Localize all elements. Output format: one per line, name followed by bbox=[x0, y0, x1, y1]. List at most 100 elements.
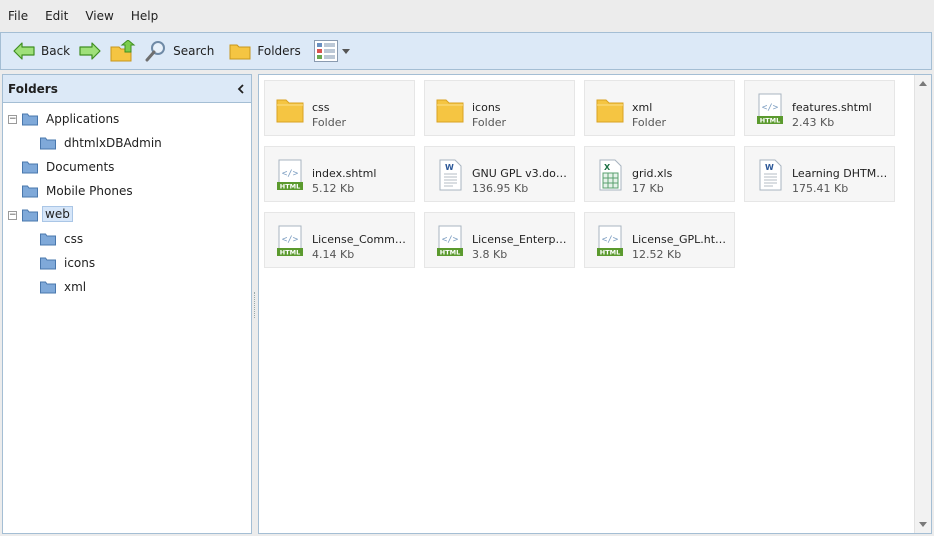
arrow-right-icon bbox=[79, 42, 101, 60]
svg-text:</>: </> bbox=[282, 169, 299, 179]
folder-icon bbox=[596, 99, 624, 123]
tree-item-mobile-phones[interactable]: Mobile Phones bbox=[3, 179, 251, 203]
back-label: Back bbox=[41, 44, 71, 58]
tree-item-web[interactable]: − web bbox=[3, 203, 251, 227]
file-tile[interactable]: </> HTML index.shtml 5.12 Kb bbox=[264, 146, 415, 202]
menu-bar: File Edit View Help bbox=[0, 0, 934, 32]
file-info: Folder bbox=[472, 116, 506, 129]
tree-item-label: icons bbox=[64, 256, 96, 270]
html-file-icon: </> HTML bbox=[277, 225, 303, 257]
svg-text:</>: </> bbox=[762, 103, 779, 113]
folder-open-icon bbox=[22, 209, 38, 222]
file-info: Folder bbox=[632, 116, 666, 129]
svg-text:HTML: HTML bbox=[760, 117, 780, 125]
file-tile[interactable]: </> HTML features.shtml 2.43 Kb bbox=[744, 80, 895, 136]
search-button[interactable]: Search bbox=[145, 36, 214, 66]
file-tile[interactable]: W GNU GPL v3.docx 136.95 Kb bbox=[424, 146, 575, 202]
folder-icon bbox=[436, 99, 464, 123]
search-label: Search bbox=[173, 44, 215, 58]
back-button[interactable]: Back bbox=[13, 36, 70, 66]
file-tile[interactable]: </> HTML License_Commercial.html 4.14 Kb bbox=[264, 212, 415, 268]
folder-tree: − Applications dhtmlxDBAdmin Documents M… bbox=[3, 103, 251, 299]
folder-icon bbox=[40, 281, 56, 294]
folder-icon bbox=[22, 161, 38, 174]
toolbar: Back Search Folders bbox=[0, 32, 932, 70]
file-info: 136.95 Kb bbox=[472, 182, 529, 195]
folder-up-button[interactable] bbox=[110, 36, 136, 66]
scroll-up-arrow-icon[interactable] bbox=[919, 81, 927, 86]
vertical-scrollbar[interactable] bbox=[914, 75, 931, 533]
file-tile[interactable]: css Folder bbox=[264, 80, 415, 136]
file-name: License_GPL.html bbox=[632, 233, 728, 246]
excel-spreadsheet-icon: X bbox=[599, 159, 622, 191]
file-name: index.shtml bbox=[312, 167, 377, 180]
tree-item-label: css bbox=[64, 232, 84, 246]
folders-button[interactable]: Folders bbox=[229, 36, 301, 66]
menu-file[interactable]: File bbox=[2, 0, 34, 32]
file-name: css bbox=[312, 101, 330, 114]
file-info: 17 Kb bbox=[632, 182, 664, 195]
files-panel: css Folder icons Folder xml Folder </> H… bbox=[258, 74, 932, 534]
menu-view[interactable]: View bbox=[79, 0, 119, 32]
search-icon bbox=[145, 41, 166, 62]
folders-panel: Folders − Applications dhtmlxDBAdmin Doc… bbox=[2, 74, 252, 534]
tree-item-xml[interactable]: xml bbox=[3, 275, 251, 299]
html-file-icon: </> HTML bbox=[437, 225, 463, 257]
html-file-icon: </> HTML bbox=[757, 93, 783, 125]
file-name: xml bbox=[632, 101, 653, 114]
tree-item-label: dhtmlxDBAdmin bbox=[64, 136, 162, 150]
file-tile[interactable]: X grid.xls 17 Kb bbox=[584, 146, 735, 202]
menu-help[interactable]: Help bbox=[125, 0, 164, 32]
file-name: icons bbox=[472, 101, 501, 114]
svg-text:X: X bbox=[604, 163, 611, 172]
svg-text:W: W bbox=[765, 163, 774, 172]
file-name: GNU GPL v3.docx bbox=[472, 167, 568, 180]
tree-collapse-toggle[interactable]: − bbox=[8, 211, 17, 220]
file-name: License_Commercial.html bbox=[312, 233, 408, 246]
file-tile[interactable]: xml Folder bbox=[584, 80, 735, 136]
folder-icon bbox=[40, 137, 56, 150]
file-info: 5.12 Kb bbox=[312, 182, 355, 195]
svg-text:HTML: HTML bbox=[280, 249, 300, 257]
html-file-icon: </> HTML bbox=[277, 159, 303, 191]
file-tile[interactable]: icons Folder bbox=[424, 80, 575, 136]
tree-item-label: Documents bbox=[46, 160, 115, 174]
tree-item-css[interactable]: css bbox=[3, 227, 251, 251]
tree-item-dhtmlxdbadmin[interactable]: dhtmlxDBAdmin bbox=[3, 131, 251, 155]
file-tile[interactable]: </> HTML License_Enterprise.html 3.8 Kb bbox=[424, 212, 575, 268]
svg-text:HTML: HTML bbox=[280, 183, 300, 191]
file-info: 3.8 Kb bbox=[472, 248, 508, 261]
tree-item-label: Mobile Phones bbox=[46, 184, 133, 198]
tree-collapse-toggle[interactable]: − bbox=[8, 115, 17, 124]
file-info: 175.41 Kb bbox=[792, 182, 849, 195]
svg-text:</>: </> bbox=[602, 235, 619, 245]
word-document-icon: W bbox=[439, 159, 462, 191]
folder-icon bbox=[40, 233, 56, 246]
svg-text:W: W bbox=[445, 163, 454, 172]
folder-icon bbox=[40, 257, 56, 270]
folders-label: Folders bbox=[257, 44, 301, 58]
file-info: 12.52 Kb bbox=[632, 248, 682, 261]
file-info: Folder bbox=[312, 116, 346, 129]
file-tile[interactable]: W Learning DHTMLX Suite UI.docx 175.41 K… bbox=[744, 146, 895, 202]
tree-item-applications[interactable]: − Applications bbox=[3, 107, 251, 131]
forward-button[interactable] bbox=[79, 36, 101, 66]
folders-panel-title: Folders bbox=[8, 81, 58, 96]
menu-edit[interactable]: Edit bbox=[39, 0, 74, 32]
tree-item-documents[interactable]: Documents bbox=[3, 155, 251, 179]
folder-icon bbox=[22, 113, 38, 126]
tree-item-icons[interactable]: icons bbox=[3, 251, 251, 275]
file-tile[interactable]: </> HTML License_GPL.html 12.52 Kb bbox=[584, 212, 735, 268]
file-name: grid.xls bbox=[632, 167, 673, 180]
splitter-grip[interactable] bbox=[254, 292, 256, 318]
tree-item-label: web bbox=[42, 206, 73, 222]
scroll-down-arrow-icon[interactable] bbox=[919, 522, 927, 527]
word-document-icon: W bbox=[759, 159, 782, 191]
collapse-panel-icon[interactable] bbox=[237, 83, 245, 94]
arrow-left-icon bbox=[13, 42, 35, 60]
view-mode-select[interactable] bbox=[313, 36, 351, 66]
html-file-icon: </> HTML bbox=[597, 225, 623, 257]
svg-text:</>: </> bbox=[442, 235, 459, 245]
tree-item-label: Applications bbox=[46, 112, 120, 126]
file-info: 4.14 Kb bbox=[312, 248, 355, 261]
